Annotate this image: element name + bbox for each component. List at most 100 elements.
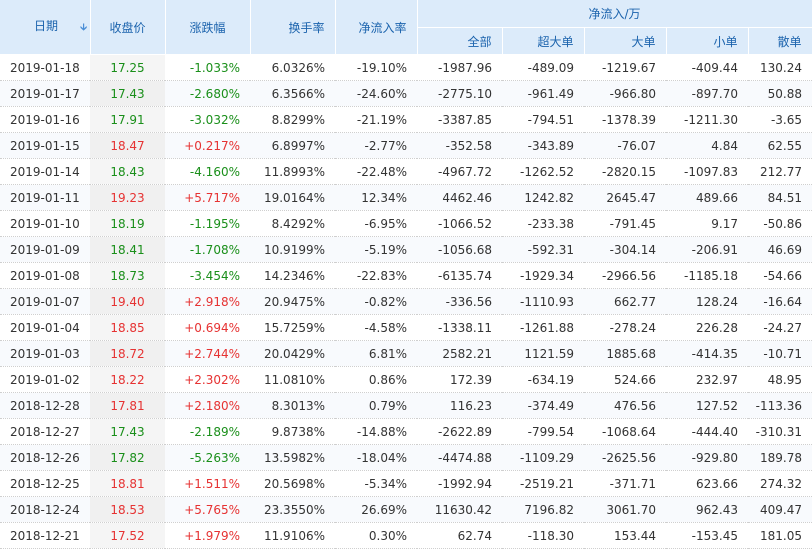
cell-net-inflow-all: -2775.10 [417,80,502,107]
cell-net-inflow-retail: 274.32 [748,470,812,497]
cell-close: 18.41 [90,236,165,263]
column-header-net-inflow-rate[interactable]: 净流入率 [335,0,418,55]
cell-net-inflow-retail: 48.95 [748,366,812,393]
cell-net-inflow-large: 476.56 [584,392,666,419]
cell-net-inflow-all: -4967.72 [417,158,502,185]
cell-date: 2019-01-14 [0,158,90,185]
table-header: 日期 🡳 收盘价 涨跌幅 换手率 净流入率 净流入/万 全部 超大单 大单 小单 … [0,0,812,55]
column-header-large[interactable]: 大单 [584,27,667,55]
cell-net-inflow-large: 524.66 [584,366,666,393]
cell-net-inflow-rate: -4.58% [335,314,417,341]
cell-net-inflow-rate: -14.88% [335,418,417,445]
cell-net-inflow-all: -4474.88 [417,444,502,471]
cell-net-inflow-large: -371.71 [584,470,666,497]
cell-net-inflow-all: 172.39 [417,366,502,393]
cell-change-pct: -2.680% [165,80,250,107]
cell-close: 18.72 [90,340,165,367]
table-row: 2019-01-04 18.85 +0.694% 15.7259% -4.58% -133… [0,314,812,341]
column-header-small[interactable]: 小单 [666,27,749,55]
cell-net-inflow-retail: -54.66 [748,262,812,289]
table-row: 2019-01-07 19.40 +2.918% 20.9475% -0.82% -336… [0,288,812,315]
cell-date: 2018-12-26 [0,444,90,471]
column-header-super-large[interactable]: 超大单 [502,27,585,55]
cell-change-pct: +2.744% [165,340,250,367]
cell-change-pct: -1.033% [165,54,250,81]
cell-net-inflow-super-large: -1262.52 [502,158,584,185]
cell-net-inflow-retail: -16.64 [748,288,812,315]
cell-date: 2019-01-11 [0,184,90,211]
cell-close: 18.85 [90,314,165,341]
cell-close: 18.43 [90,158,165,185]
cell-date: 2019-01-04 [0,314,90,341]
cell-net-inflow-retail: 130.24 [748,54,812,81]
cell-net-inflow-large: 1885.68 [584,340,666,367]
table-row: 2019-01-10 18.19 -1.195% 8.4292% -6.95% -1066… [0,210,812,237]
cell-net-inflow-large: 2645.47 [584,184,666,211]
table-row: 2019-01-15 18.47 +0.217% 6.8997% -2.77% -352.… [0,132,812,159]
column-header-change-pct[interactable]: 涨跌幅 [165,0,251,55]
cell-turnover: 23.3550% [250,496,335,523]
cell-net-inflow-small: 489.66 [666,184,748,211]
cell-net-inflow-rate: 0.30% [335,522,417,549]
cell-net-inflow-all: -1066.52 [417,210,502,237]
sort-down-icon[interactable]: 🡳 [80,22,87,33]
cell-net-inflow-small: 232.97 [666,366,748,393]
cell-net-inflow-large: -1068.64 [584,418,666,445]
cell-change-pct: +2.918% [165,288,250,315]
cell-net-inflow-all: 116.23 [417,392,502,419]
cell-net-inflow-all: -352.58 [417,132,502,159]
cell-net-inflow-small: -414.35 [666,340,748,367]
column-header-turnover[interactable]: 换手率 [250,0,336,55]
cell-turnover: 13.5982% [250,444,335,471]
cell-turnover: 10.9199% [250,236,335,263]
cell-net-inflow-all: -3387.85 [417,106,502,133]
cell-net-inflow-all: -1992.94 [417,470,502,497]
cell-net-inflow-super-large: -1109.29 [502,444,584,471]
cell-net-inflow-large: -278.24 [584,314,666,341]
cell-net-inflow-super-large: -343.89 [502,132,584,159]
cell-net-inflow-large: -1378.39 [584,106,666,133]
cell-net-inflow-all: 4462.46 [417,184,502,211]
cell-net-inflow-rate: -19.10% [335,54,417,81]
cell-net-inflow-super-large: -1929.34 [502,262,584,289]
table-row: 2019-01-16 17.91 -3.032% 8.8299% -21.19% -338… [0,106,812,133]
column-header-all[interactable]: 全部 [417,27,503,55]
cell-change-pct: -5.263% [165,444,250,471]
column-group-net-inflow: 净流入/万 [417,0,812,28]
cell-net-inflow-retail: 212.77 [748,158,812,185]
cell-net-inflow-retail: -50.86 [748,210,812,237]
cell-net-inflow-retail: 181.05 [748,522,812,549]
cell-turnover: 9.8738% [250,418,335,445]
cell-net-inflow-retail: 189.78 [748,444,812,471]
cell-net-inflow-small: -444.40 [666,418,748,445]
cell-close: 18.47 [90,132,165,159]
cell-net-inflow-small: -1185.18 [666,262,748,289]
column-header-retail[interactable]: 散单 [748,27,812,55]
cell-net-inflow-large: 3061.70 [584,496,666,523]
cell-turnover: 19.0164% [250,184,335,211]
cell-turnover: 6.8997% [250,132,335,159]
cell-close: 17.25 [90,54,165,81]
column-header-close[interactable]: 收盘价 [90,0,166,55]
cell-date: 2019-01-16 [0,106,90,133]
cell-net-inflow-rate: 0.79% [335,392,417,419]
cell-change-pct: -4.160% [165,158,250,185]
cell-date: 2019-01-18 [0,54,90,81]
cell-close: 17.82 [90,444,165,471]
column-header-date[interactable]: 日期 🡳 [0,0,91,55]
cell-net-inflow-all: -1987.96 [417,54,502,81]
cell-net-inflow-small: -153.45 [666,522,748,549]
cell-turnover: 11.0810% [250,366,335,393]
table-row: 2019-01-11 19.23 +5.717% 19.0164% 12.34% 4462… [0,184,812,211]
cell-close: 18.73 [90,262,165,289]
cell-date: 2019-01-10 [0,210,90,237]
cell-net-inflow-small: -929.80 [666,444,748,471]
cell-net-inflow-super-large: -799.54 [502,418,584,445]
cell-net-inflow-small: -897.70 [666,80,748,107]
cell-net-inflow-rate: -0.82% [335,288,417,315]
cell-close: 18.53 [90,496,165,523]
table-row: 2018-12-24 18.53 +5.765% 23.3550% 26.69% 1163… [0,496,812,523]
cell-net-inflow-all: 62.74 [417,522,502,549]
table-row: 2018-12-27 17.43 -2.189% 9.8738% -14.88% -262… [0,418,812,445]
table-body: 2019-01-18 17.25 -1.033% 6.0326% -19.10% -198… [0,54,812,549]
